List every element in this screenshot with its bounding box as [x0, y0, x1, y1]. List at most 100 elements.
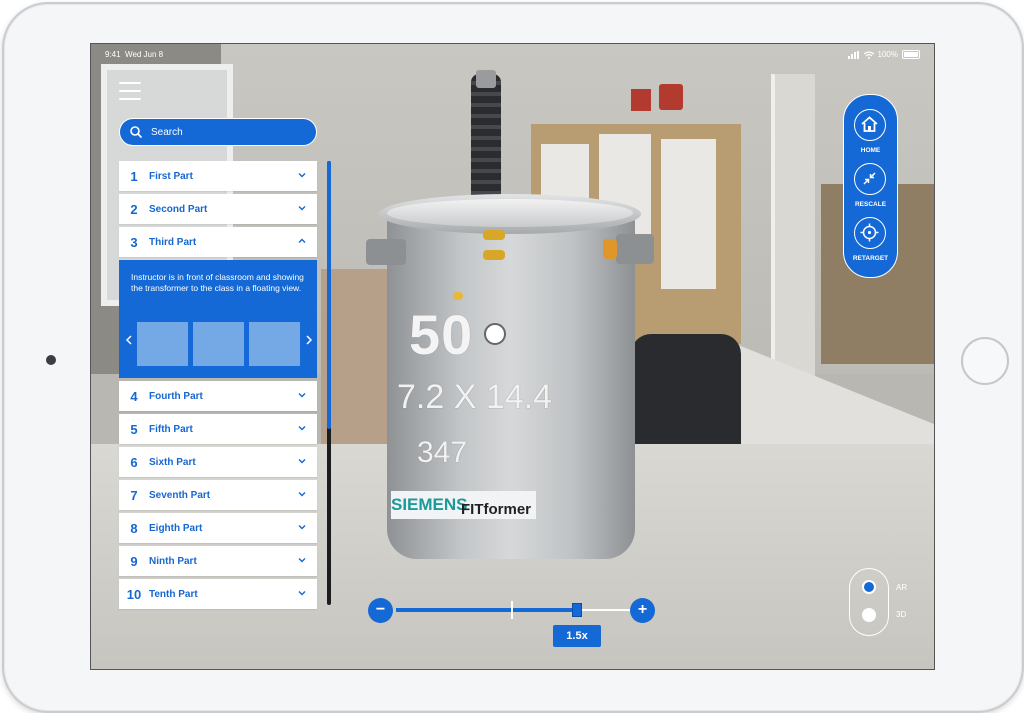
ar-toolbar: HOME RESCALE RETARGET [843, 94, 898, 278]
voltage-rating: 7.2 X 14.4 [397, 378, 553, 416]
part-number: 5 [130, 421, 138, 437]
part-label: Fourth Part [149, 390, 203, 402]
zoom-level-label: 1.5x [553, 625, 601, 647]
retarget-label: RETARGET [852, 255, 889, 262]
3d-label: 3D [896, 610, 907, 619]
part-number: 2 [130, 201, 138, 217]
part-label: First Part [149, 170, 193, 182]
home-label: HOME [860, 147, 881, 154]
ar-radio[interactable] [862, 580, 876, 594]
hanger-bracket-right [616, 234, 654, 264]
status-time: 9:41 Wed Jun 8 [105, 50, 164, 59]
home-icon [861, 116, 878, 132]
thumbnail[interactable] [193, 322, 244, 366]
chevron-right-icon[interactable] [305, 335, 313, 345]
home-hardware-button[interactable] [961, 337, 1009, 385]
list-item-part-10[interactable]: 10 Tenth Part [119, 579, 317, 609]
kva-rating: 50 [409, 303, 474, 366]
fire-alarm [631, 89, 651, 111]
fire-alarm-bell [659, 84, 683, 110]
rescale-label: RESCALE [854, 201, 887, 208]
battery-percent: 100% [877, 50, 898, 59]
retarget-button[interactable] [854, 217, 886, 249]
part-number: 4 [130, 388, 138, 404]
part-label: Sixth Part [149, 456, 196, 468]
part-number: 3 [130, 234, 138, 250]
part-label: Fifth Part [149, 423, 193, 435]
status-right: 100% [847, 50, 920, 59]
home-button[interactable] [854, 109, 886, 141]
chevron-up-icon [298, 238, 306, 243]
chevron-left-icon[interactable] [125, 335, 133, 345]
signal-icon [847, 50, 859, 59]
list-item-part-6[interactable]: 6 Sixth Part [119, 447, 317, 477]
hamburger-menu-icon[interactable] [119, 82, 141, 102]
part-number: 7 [130, 487, 138, 503]
chevron-down-icon [298, 558, 306, 563]
status-bar: 9:41 Wed Jun 8 100% [91, 44, 934, 64]
chevron-down-icon [298, 591, 306, 596]
chevron-down-icon [298, 459, 306, 464]
chevron-down-icon [298, 426, 306, 431]
front-camera [46, 355, 56, 365]
bushing-cap [476, 70, 496, 88]
thumbnail[interactable] [249, 322, 300, 366]
part-label: Third Part [149, 236, 197, 248]
rescale-button[interactable] [854, 163, 886, 195]
parts-list: 1 First Part 2 Second Part 3 Third Part Ins… [119, 161, 317, 612]
hanger-bracket-left [366, 239, 406, 265]
list-item-part-5[interactable]: 5 Fifth Part [119, 414, 317, 444]
terminal-bottom [483, 250, 505, 260]
part-label: Eighth Part [149, 522, 203, 534]
thumbnail[interactable] [137, 322, 188, 366]
list-item-part-2[interactable]: 2 Second Part [119, 194, 317, 224]
3d-radio[interactable] [862, 608, 876, 622]
terminal-top [483, 230, 505, 240]
list-scrollbar-thumb[interactable] [327, 161, 331, 429]
zoom-in-button[interactable]: + [630, 598, 655, 623]
office-chair [631, 334, 741, 454]
list-item-part-9[interactable]: 9 Ninth Part [119, 546, 317, 576]
door [771, 74, 815, 404]
chevron-down-icon [298, 393, 306, 398]
target-icon [860, 223, 879, 242]
search-icon [130, 126, 143, 139]
chevron-down-icon [298, 206, 306, 211]
rescale-icon [863, 172, 876, 185]
part-3-details: Instructor is in front of classroom and … [119, 260, 317, 378]
search-input[interactable]: Search [119, 118, 317, 146]
ar-label: AR [896, 583, 908, 592]
part-label: Ninth Part [149, 555, 197, 567]
transformer-lid-top [387, 199, 633, 227]
part-number: 10 [126, 586, 142, 602]
list-item-part-1[interactable]: 1 First Part [119, 161, 317, 191]
view-mode-toggle[interactable] [849, 568, 889, 636]
part-label: Tenth Part [149, 588, 198, 600]
wifi-icon [863, 50, 874, 59]
part-label: Second Part [149, 203, 208, 215]
brand-logo: SIEMENS [391, 495, 468, 514]
search-placeholder: Search [151, 126, 183, 138]
app-screen: 50 7.2 X 14.4 347 SIEMENS FITformer 9:41… [90, 43, 935, 670]
part-label: Seventh Part [149, 489, 211, 501]
list-item-part-3[interactable]: 3 Third Part [119, 227, 317, 257]
list-item-part-7[interactable]: 7 Seventh Part [119, 480, 317, 510]
part-number: 8 [130, 520, 138, 536]
chevron-down-icon [298, 492, 306, 497]
list-item-part-8[interactable]: 8 Eighth Part [119, 513, 317, 543]
zoom-slider-fill [396, 608, 576, 612]
zoom-out-button[interactable]: − [368, 598, 393, 623]
model-name: FITformer [461, 501, 532, 518]
battery-icon [902, 50, 920, 59]
serial-number: 347 [417, 436, 468, 469]
part-number: 1 [130, 168, 138, 184]
zoom-default-tick [511, 601, 513, 619]
zoom-slider-handle[interactable] [572, 603, 582, 617]
part-number: 9 [130, 553, 138, 569]
chevron-down-icon [298, 525, 306, 530]
pressure-relief-valve [603, 239, 617, 259]
list-item-part-4[interactable]: 4 Fourth Part [119, 381, 317, 411]
part-description: Instructor is in front of classroom and … [131, 272, 304, 293]
part-number: 6 [130, 454, 138, 470]
rating-marker [484, 323, 506, 345]
